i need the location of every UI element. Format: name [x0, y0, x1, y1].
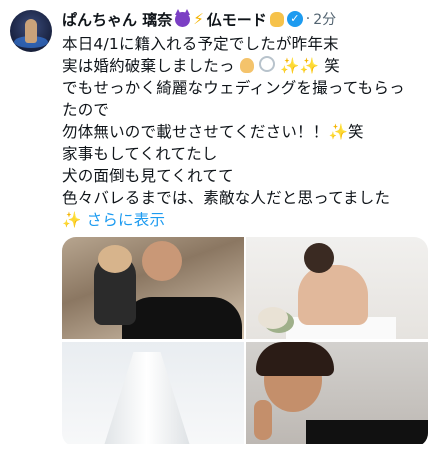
photo-detail [98, 245, 132, 273]
bride-back-photo[interactable] [246, 237, 428, 339]
smiling-devil-icon [175, 8, 191, 27]
photo-detail [102, 352, 192, 444]
lightning-icon: ⚡ [193, 10, 204, 28]
avatar[interactable] [10, 10, 52, 52]
photo-detail [306, 420, 428, 444]
text-line: でもせっかく綺麗なウェディングを撮ってもらっ [62, 79, 405, 97]
ok-hand-icon [269, 11, 284, 27]
text-segment: 勿体無いので載せさせてください！！ [62, 123, 329, 141]
media-grid [62, 237, 428, 447]
post-time[interactable]: 2分 [313, 9, 336, 29]
photo-detail [256, 342, 334, 376]
bride-peace-sign-photo[interactable] [246, 342, 428, 444]
text-line: 犬の面倒も見てくれてて [62, 167, 234, 185]
text-line: たので [62, 101, 110, 119]
verified-badge-icon[interactable]: ✓ [286, 11, 303, 27]
text-segment: 笑 [324, 57, 340, 75]
separator-dot: · [305, 11, 311, 27]
bride-with-dog-photo[interactable] [62, 237, 244, 339]
wedding-gown-photo[interactable] [62, 342, 244, 444]
sparkles-icon: ✨ [328, 123, 348, 141]
avatar-figure [25, 19, 37, 43]
photo-detail [254, 400, 272, 440]
show-more-link[interactable]: さらに表示 [87, 211, 166, 229]
sparkles-icon: ✨ [299, 57, 320, 75]
text-line: 勿体無いので載せさせてください！！✨笑 [62, 121, 432, 143]
text-line: 実は婚約破棄しましたっ ✨✨ 笑 [62, 55, 432, 77]
photo-detail [122, 297, 242, 339]
sparkles-icon: ✨ [62, 211, 82, 229]
post-header: ぱんちゃん 璃奈 ⚡ 仏モード ✓ · 2分 [62, 8, 431, 30]
photo-detail [304, 243, 334, 273]
post-text: 本日4/1に籍入れる予定でしたが昨年末 実は婚約破棄しましたっ ✨✨ 笑 でもせ… [62, 33, 432, 231]
show-more-line: ✨ さらに表示 [62, 209, 432, 231]
text-line: 本日4/1に籍入れる予定でしたが昨年末 [62, 35, 339, 53]
photo-detail [142, 241, 182, 281]
author-name[interactable]: ぱんちゃん 璃奈 [62, 9, 172, 30]
text-line: 家事もしてくれてたし [62, 145, 218, 163]
text-segment: 笑 [347, 123, 364, 141]
text-line: 色々バレるまでは、素敵な人だと思ってました [62, 189, 391, 207]
ring-icon [258, 56, 275, 72]
person-icon [239, 58, 254, 73]
text-segment: 実は婚約破棄しましたっ [62, 57, 235, 75]
photo-detail [298, 265, 368, 325]
sparkles-icon: ✨ [280, 57, 300, 75]
photo-detail [258, 307, 288, 329]
author-name-suffix[interactable]: 仏モード [207, 9, 267, 30]
